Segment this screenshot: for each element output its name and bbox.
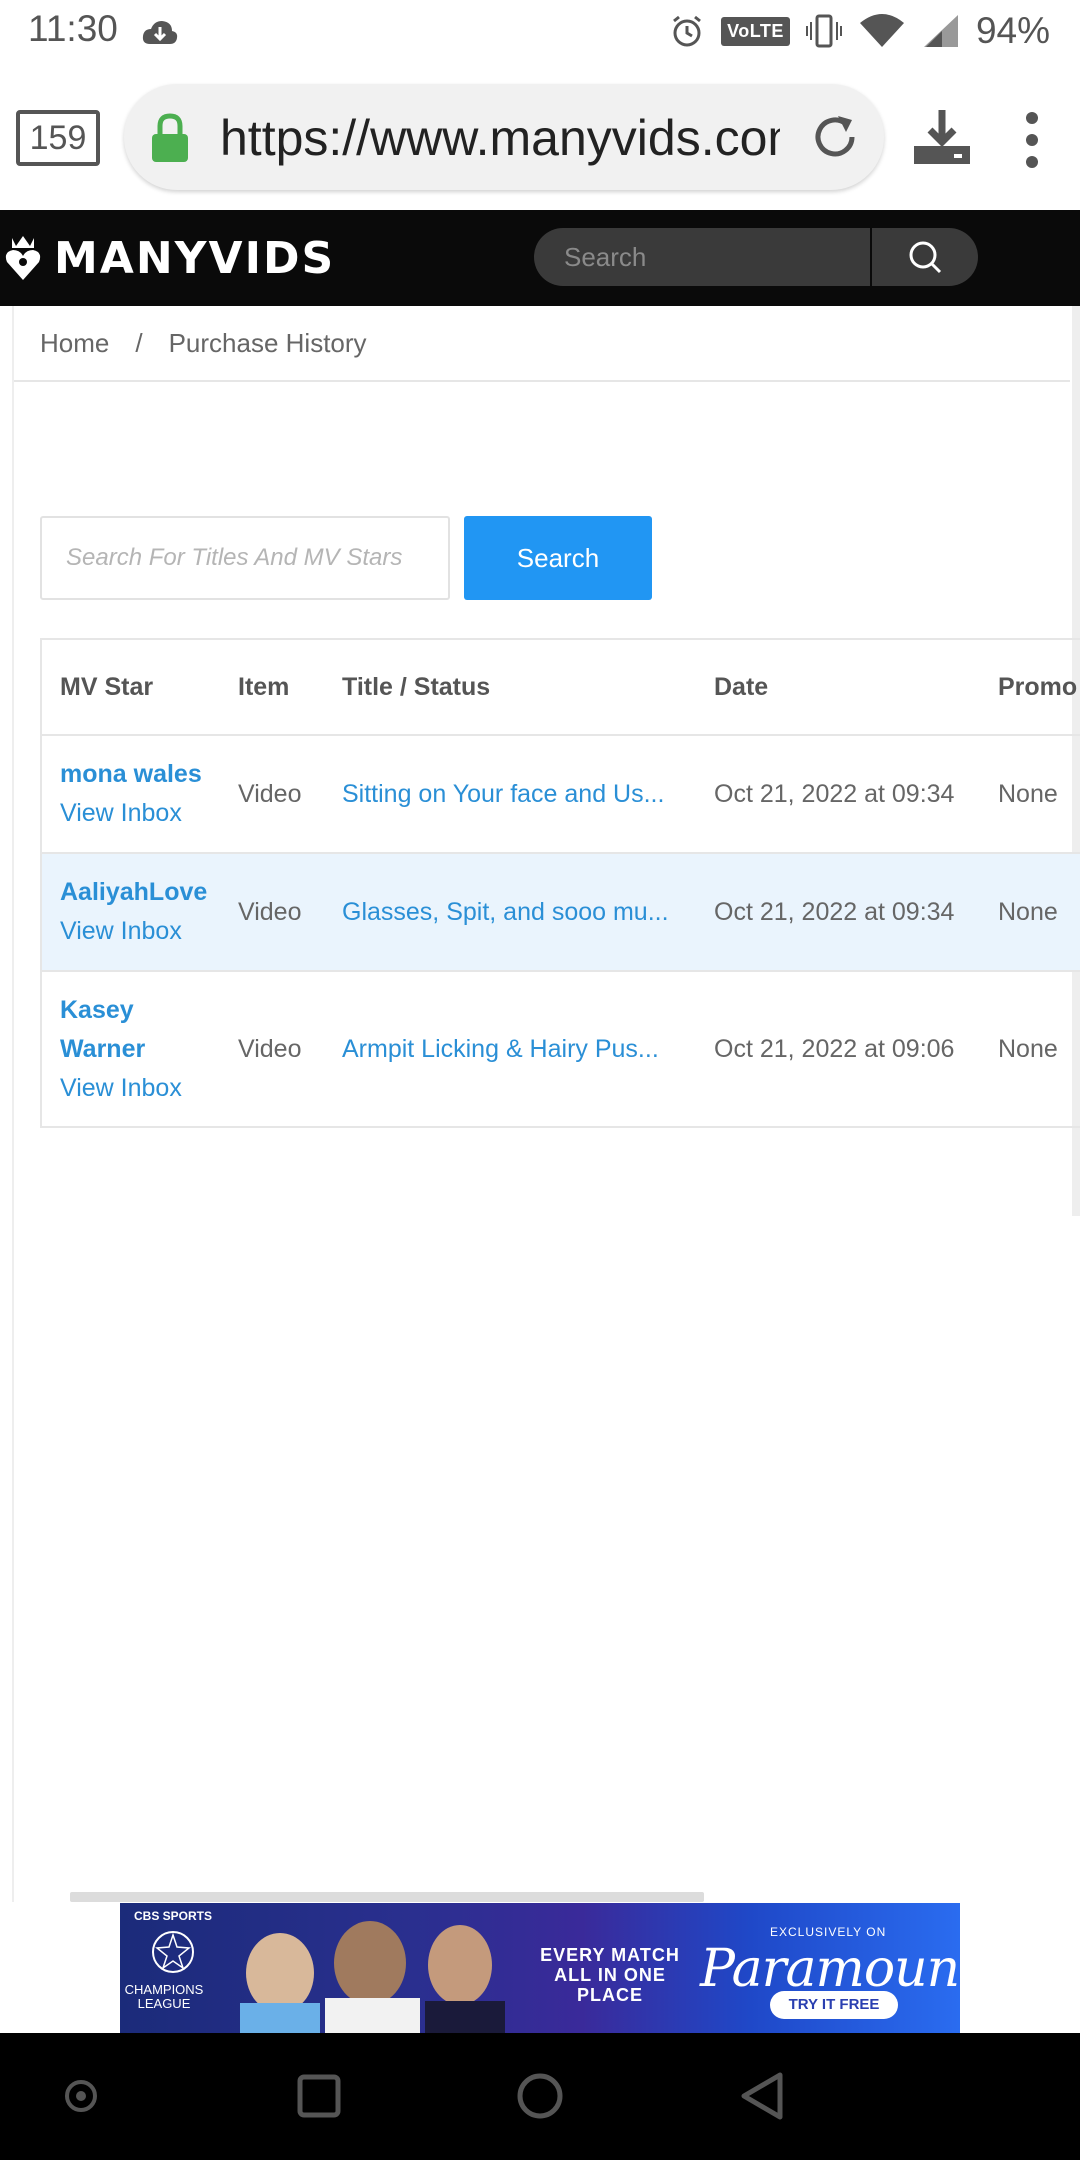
cell-promo: None [980,971,1080,1126]
cell-title: Sitting on Your face and Us... [324,735,696,854]
breadcrumb-separator: / [135,327,143,358]
star-name-link[interactable]: Kasey Warner [60,991,220,1069]
cell-item: Video [220,971,324,1126]
purchase-search-input[interactable] [40,516,450,600]
status-bar: 11:30 VoLTE 94% [0,0,1080,62]
star-name-link[interactable]: mona wales [60,755,220,794]
view-inbox-link[interactable]: View Inbox [60,794,220,833]
column-header-title-status: Title / Status [324,640,696,736]
cell-date: Oct 21, 2022 at 09:34 [696,853,980,972]
cell-signal-icon [923,15,958,47]
ad-tagline: EVERY MATCH ALL IN ONE PLACE [540,1945,680,2005]
cell-item: Video [220,735,324,854]
purchase-history-table: MV Star Item Title / Status Date Promo m… [40,638,1080,1128]
tab-switcher-button[interactable]: 159 [16,110,100,166]
ad-brand: Paramount+ [700,1939,960,1999]
search-icon [909,241,942,274]
battery-percent: 94% [975,10,1050,51]
ad-players-image [240,1921,505,2033]
column-header-promo: Promo [980,640,1080,736]
back-triangle-icon [741,2072,783,2120]
assistant-dot-icon [65,2080,97,2112]
site-header: MANYVIDS [0,210,1080,306]
column-header-mv-star: MV Star [42,640,220,736]
cell-mv-star: Kasey Warner View Inbox [42,971,220,1126]
cell-date: Oct 21, 2022 at 09:06 [696,971,980,1126]
ad-exclusive-label: EXCLUSIVELY ON [770,1925,887,1939]
view-inbox-link[interactable]: View Inbox [60,1069,220,1108]
breadcrumb-current: Purchase History [168,327,367,358]
volte-badge: VoLTE [721,16,790,46]
lock-icon [152,113,188,162]
header-search-button[interactable] [872,228,978,286]
star-name-line: Kasey [60,995,134,1024]
cell-mv-star: AaliyahLove View Inbox [42,853,220,972]
table-row: Kasey Warner View Inbox Video Armpit Lick… [42,971,1080,1126]
view-inbox-link[interactable]: View Inbox [60,912,220,951]
ad-banner[interactable]: CBS SPORTS CHAMPIONS LEAGUE EVERY MATCH … [120,1903,960,2033]
status-icons: VoLTE 94% [669,8,1050,54]
champions-league-ball-icon [152,1931,194,1973]
logo-crown-heart-icon [5,236,41,280]
star-name-line: Warner [60,1034,146,1063]
header-search-input[interactable] [534,228,870,286]
status-time: 11:30 [28,8,118,49]
address-bar[interactable]: https://www.manyvids.com [124,84,884,190]
cell-mv-star: mona wales View Inbox [42,735,220,854]
cloud-download-icon [142,21,178,44]
breadcrumb-home[interactable]: Home [40,328,109,359]
table-row: mona wales View Inbox Video Sitting on Y… [42,735,1080,854]
cell-promo: None [980,853,1080,972]
title-link[interactable]: Glasses, Spit, and sooo mu... [342,898,672,927]
ad-cta-button[interactable]: TRY IT FREE [770,1991,898,2019]
reload-icon[interactable] [808,110,862,164]
breadcrumb: Home / Purchase History [14,306,1070,382]
browser-toolbar: 159 https://www.manyvids.com [0,62,1080,210]
purchase-search-button[interactable]: Search [464,516,652,600]
site-logo[interactable]: MANYVIDS [4,230,335,286]
back-button[interactable] [708,2033,818,2160]
logo-text: MANYVIDS [54,232,336,284]
recents-square-icon [297,2074,341,2118]
cell-title: Glasses, Spit, and sooo mu... [324,853,696,972]
url-text[interactable]: https://www.manyvids.com [220,108,780,168]
ad-league-label: CHAMPIONS LEAGUE [124,1982,204,2011]
vibrate-icon [805,14,842,48]
cell-item: Video [220,853,324,972]
system-nav-bar [0,2033,1080,2160]
download-icon[interactable] [910,106,974,170]
table-header-row: MV Star Item Title / Status Date Promo [42,640,1080,736]
header-search [534,228,978,286]
title-link[interactable]: Sitting on Your face and Us... [342,780,672,809]
assistant-button[interactable] [26,2033,136,2160]
cell-title: Armpit Licking & Hairy Pus... [324,971,696,1126]
ad-scrollbar[interactable] [70,1892,704,1902]
title-link[interactable]: Armpit Licking & Hairy Pus... [342,1035,672,1064]
home-button[interactable] [485,2033,595,2160]
alarm-icon [673,15,702,47]
wifi-icon [859,14,904,47]
main-content: Home / Purchase History Search MV Star I… [12,306,1080,1902]
cell-date: Oct 21, 2022 at 09:34 [696,735,980,854]
ad-network-label: CBS SPORTS [134,1909,213,1923]
home-circle-icon [517,2073,563,2119]
overflow-menu-icon[interactable] [1022,110,1042,170]
column-header-item: Item [220,640,324,736]
table-row: AaliyahLove View Inbox Video Glasses, Sp… [42,853,1080,972]
cell-promo: None [980,735,1080,854]
recents-button[interactable] [264,2033,374,2160]
star-name-link[interactable]: AaliyahLove [60,873,220,912]
column-header-date: Date [696,640,980,736]
